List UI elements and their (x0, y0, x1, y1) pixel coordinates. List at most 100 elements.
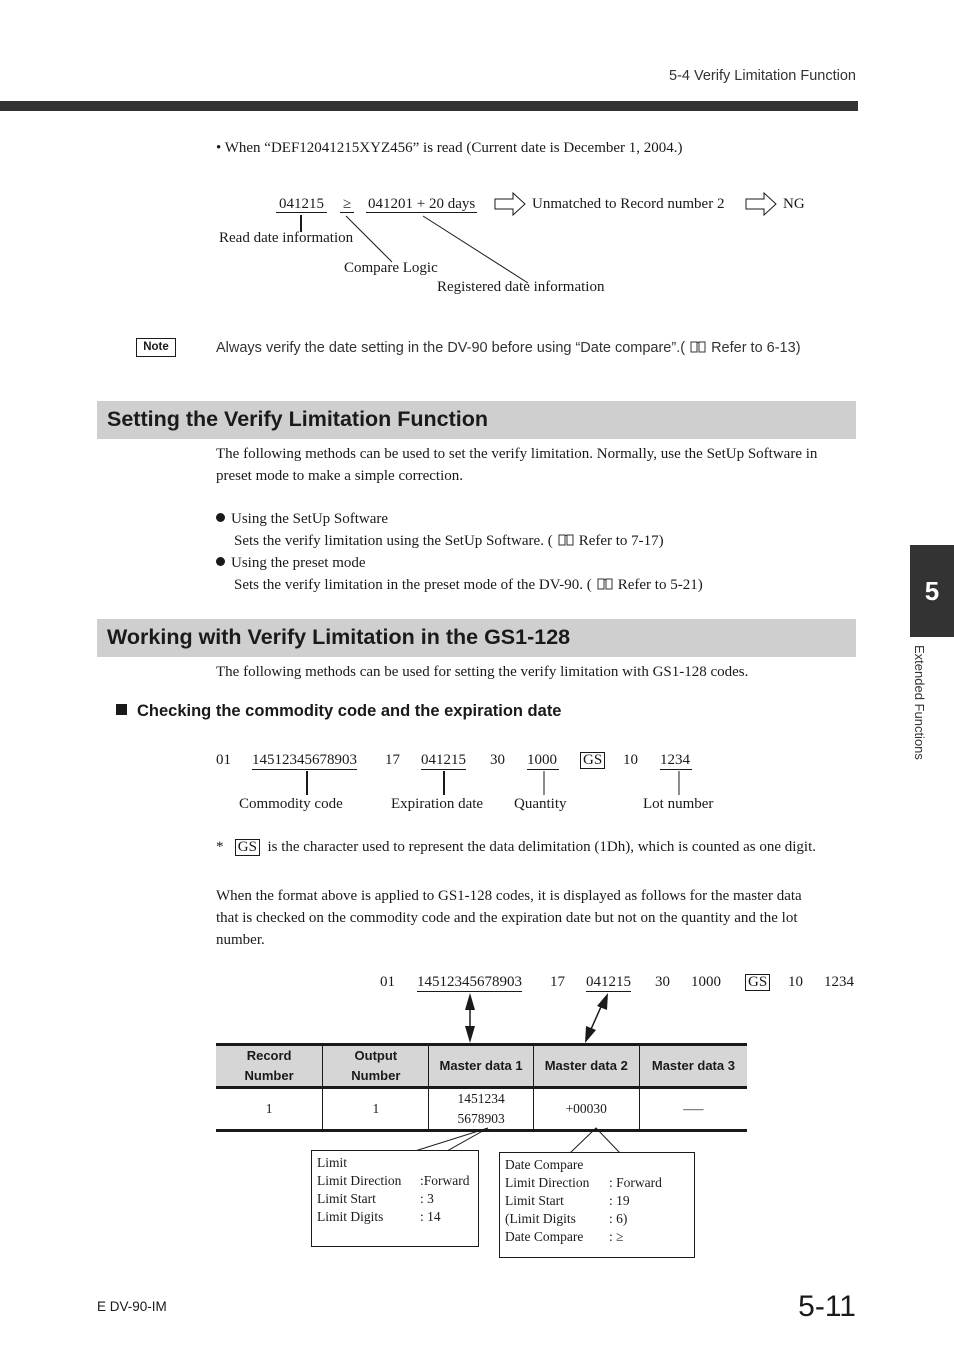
code2-ai-17: 17 (550, 974, 565, 990)
section1-intro-line1: The following methods can be used to set… (216, 446, 818, 462)
square-bullet-icon (116, 704, 127, 715)
code-lot-value: 1234 (660, 752, 692, 770)
code2-commodity-value: 14512345678903 (417, 974, 522, 992)
compare-operator-value: ≥ (340, 196, 355, 213)
subheading: Checking the commodity code and the expi… (116, 702, 562, 721)
bullet-icon (216, 513, 225, 522)
method-label: Using the preset mode (231, 555, 366, 571)
chapter-tab[interactable]: 5 (910, 545, 954, 637)
table-row: 1 1 1451234 5678903 +00030 —– (216, 1087, 747, 1132)
callout-row: Limit Direction:Forward (317, 1173, 470, 1188)
callout-row: Limit Direction: Forward (505, 1175, 662, 1190)
header-output-number: Output Number (322, 1043, 429, 1089)
callout-title: Limit (317, 1155, 347, 1170)
method-desc: Sets the verify limitation using the Set… (234, 533, 553, 549)
note-badge: Note (136, 338, 176, 357)
code2-expiry-value: 041215 (586, 974, 631, 992)
code-lot: 1234 (660, 749, 692, 771)
gs-note-text: is the character used to represent the d… (267, 839, 817, 855)
callout-row: Limit Start: 19 (505, 1193, 630, 1208)
section-title-gs1: Working with Verify Limitation in the GS… (107, 625, 571, 649)
arrow-right-icon (745, 191, 777, 221)
result-text: Unmatched to Record number 2 (532, 196, 725, 212)
callout-row: Limit Start: 3 (317, 1191, 434, 1206)
code-commodity: 14512345678903 (252, 749, 357, 771)
code2-expiry: 041215 (586, 971, 631, 993)
double-arrow-commodity (465, 993, 475, 1043)
callout-date-compare: Date Compare Limit Direction: Forward Li… (499, 1152, 695, 1258)
header-record-number: Record Number (216, 1043, 323, 1089)
code-ai-10: 10 (623, 752, 638, 768)
label-lot: Lot number (643, 796, 714, 812)
header-master-data-1: Master data 1 (428, 1043, 534, 1089)
note-ref-link[interactable]: Refer to 6-13) (711, 340, 800, 356)
method-item-preset-mode: Using the preset mode (216, 552, 366, 574)
table-header-row: Record Number Output Number Master data 1 … (216, 1043, 747, 1089)
note-text: Always verify the date setting in the DV… (216, 340, 801, 356)
method-desc: Sets the verify limitation in the preset… (234, 577, 592, 593)
callout-row: Limit Digits: 14 (317, 1209, 441, 1224)
code-quantity: 1000 (527, 749, 559, 771)
code2-ai-01: 01 (380, 974, 395, 990)
cell-master-data-1: 1451234 5678903 (428, 1087, 534, 1132)
header-master-data-3: Master data 3 (638, 1043, 747, 1089)
label-read-date: Read date information (219, 230, 354, 246)
label-compare-logic: Compare Logic (344, 260, 438, 276)
chapter-side-label: Extended Functions (912, 645, 927, 760)
code-expiry-value: 041215 (421, 752, 466, 770)
cell-output-number: 1 (322, 1087, 429, 1132)
read-date-value: 041215 (276, 196, 327, 213)
page-number: 5-11 (798, 1290, 856, 1323)
code2-ai-30: 30 (655, 974, 670, 990)
method-ref-link[interactable]: Refer to 5-21) (618, 577, 703, 593)
cell-master-data-2: +00030 (532, 1087, 640, 1132)
note-body: Always verify the date setting in the DV… (216, 340, 686, 356)
book-icon (558, 531, 574, 546)
asterisk: * (216, 839, 224, 855)
method-item-setup-software: Using the SetUp Software (216, 508, 388, 530)
gs-note: * GS is the character used to represent … (216, 836, 816, 858)
gs-box: GS (580, 752, 606, 769)
header-master-data-2: Master data 2 (532, 1043, 640, 1089)
callout-limit: Limit Limit Direction:Forward Limit Star… (311, 1150, 479, 1247)
registered-date-value: 041201 + 20 days (366, 196, 478, 213)
master-data-table: Record Number Output Number Master data 1 … (216, 1043, 747, 1132)
code-gs: GS (580, 749, 606, 771)
cell-master-data-3: —– (638, 1087, 747, 1132)
section-header-setting: Setting the Verify Limitation Function (97, 401, 856, 439)
subheading-text: Checking the commodity code and the expi… (137, 702, 562, 720)
code-commodity-value: 14512345678903 (252, 752, 357, 770)
code2-lot: 1234 (824, 974, 854, 990)
read-date: 041215 (276, 193, 327, 215)
callout-row: Date Compare: ≥ (505, 1229, 624, 1244)
registered-date: 041201 + 20 days (366, 193, 478, 215)
callout-title: Date Compare (505, 1157, 584, 1172)
method-desc-setup-software: Sets the verify limitation using the Set… (234, 530, 664, 552)
cell-record-number: 1 (216, 1087, 323, 1132)
arrow-right-icon (494, 191, 526, 221)
section-header-gs1: Working with Verify Limitation in the GS… (97, 619, 856, 657)
code2-quantity: 1000 (691, 974, 721, 990)
para-line3: number. (216, 932, 265, 948)
para-line1: When the format above is applied to GS1-… (216, 888, 802, 904)
section1-intro-line2: preset mode to make a simple correction. (216, 468, 463, 484)
para-line2: that is checked on the commodity code an… (216, 910, 798, 926)
method-ref-link[interactable]: Refer to 7-17) (579, 533, 664, 549)
code-expiry: 041215 (421, 749, 466, 771)
leader-registered-date (422, 215, 529, 284)
section2-intro: The following methods can be used for se… (216, 664, 749, 680)
method-label: Using the SetUp Software (231, 511, 389, 527)
result-final: NG (783, 196, 805, 212)
footer-doc-id: E DV-90-IM (97, 1299, 167, 1314)
gs-box: GS (745, 974, 771, 991)
code-ai-17: 17 (385, 752, 400, 768)
code2-commodity: 14512345678903 (417, 971, 522, 993)
label-quantity: Quantity (514, 796, 567, 812)
book-icon (597, 575, 613, 590)
code-ai-01: 01 (216, 752, 231, 768)
code2-ai-10: 10 (788, 974, 803, 990)
compare-operator: ≥ (340, 193, 355, 215)
gs-box: GS (234, 839, 260, 856)
code-quantity-value: 1000 (527, 752, 559, 770)
example-bullet: • When “DEF12041215XYZ456” is read (Curr… (216, 140, 683, 156)
